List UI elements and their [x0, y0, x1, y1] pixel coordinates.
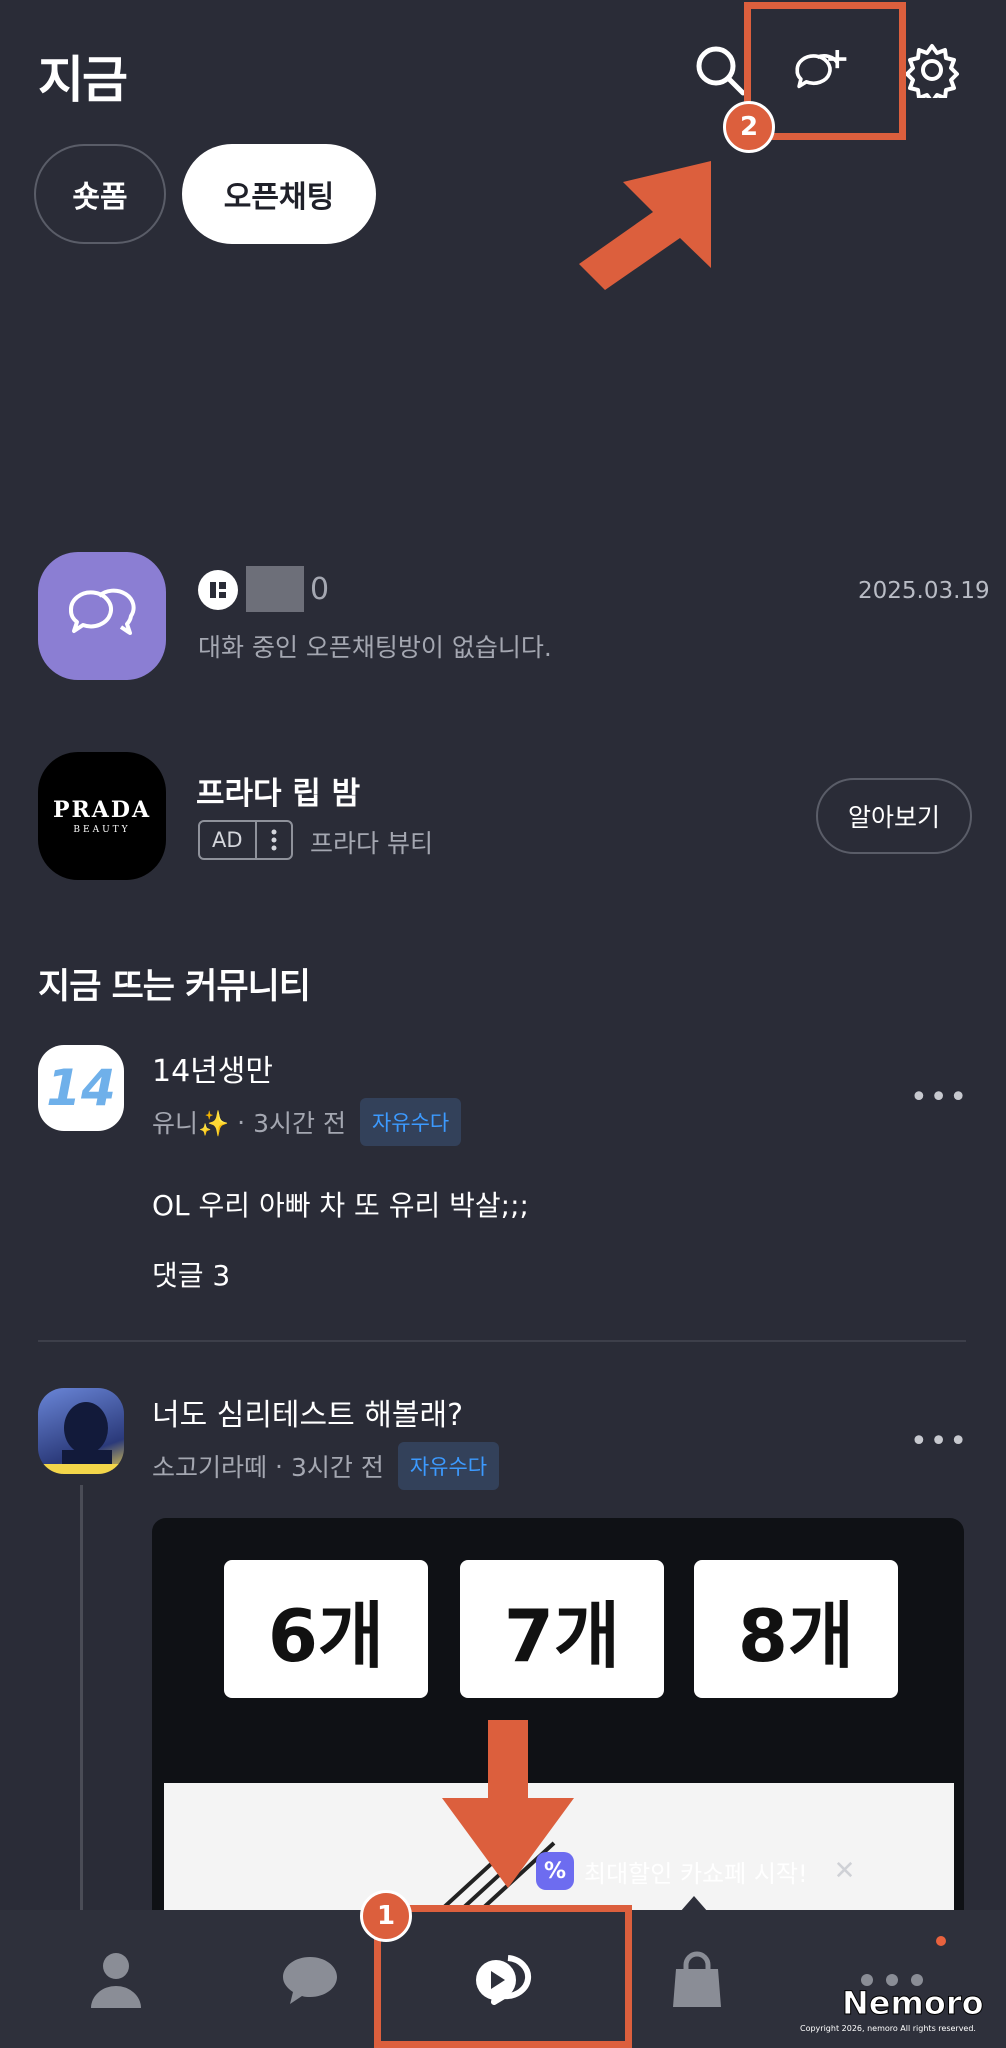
ad-brand: 프라다 뷰티	[310, 829, 433, 858]
post-meta: 소고기라떼 · 3시간 전 자유수다	[152, 1442, 500, 1490]
post-author[interactable]: 유니✨	[152, 1104, 229, 1140]
watermark: Nemoro	[842, 1984, 985, 2023]
quiz-option: 7개	[460, 1560, 664, 1698]
thread-line	[80, 1485, 83, 1915]
promo-toast[interactable]: % 최대할인 카쇼페 시작! ✕	[536, 1848, 855, 1894]
openchat-date: 2025.03.19	[858, 578, 990, 604]
quiz-option: 8개	[694, 1560, 898, 1698]
close-icon[interactable]: ✕	[834, 1856, 856, 1886]
tab-shortform[interactable]: 숏폼	[34, 144, 166, 244]
quiz-option: 6개	[224, 1560, 428, 1698]
openchat-empty-message: 대화 중인 오픈채팅방이 없습니다.	[198, 633, 552, 662]
toast-pointer	[680, 1896, 708, 1912]
divider	[38, 1340, 966, 1342]
post-avatar[interactable]: 14	[38, 1045, 124, 1131]
settings-gear-icon[interactable]	[902, 40, 962, 100]
ad-badge[interactable]: AD	[198, 820, 293, 860]
prada-beauty-logo[interactable]: PRADA BEAUTY	[38, 752, 166, 880]
highlight-box-now-tab	[374, 1905, 632, 2048]
post-tag[interactable]: 자유수다	[359, 1098, 462, 1146]
profile-badge-icon	[198, 570, 238, 610]
chats-tab-icon[interactable]	[270, 1940, 350, 2020]
post-tag[interactable]: 자유수다	[397, 1442, 500, 1490]
post-title[interactable]: 14년생만	[152, 1046, 273, 1090]
ad-more-icon[interactable]	[257, 822, 291, 858]
ad-title[interactable]: 프라다 립 밤	[196, 768, 360, 813]
copyright-text: Copyright 2026, nemoro All rights reserv…	[800, 2024, 976, 2033]
notification-dot	[936, 1936, 946, 1946]
search-icon[interactable]	[690, 40, 750, 100]
shopping-tab-icon[interactable]	[657, 1940, 737, 2020]
step-badge-1: 1	[360, 1890, 412, 1942]
annotation-arrow-up-right	[579, 161, 711, 290]
redacted-name	[246, 566, 304, 612]
openchat-avatar[interactable]	[38, 552, 166, 680]
post-body[interactable]: OL 우리 아빠 차 또 유리 박살;;;	[152, 1184, 529, 1224]
more-options-icon[interactable]: •••	[910, 1424, 969, 1459]
post-time: 3시간 전	[290, 1453, 384, 1482]
page-title: 지금	[38, 51, 128, 109]
post-title[interactable]: 너도 심리테스트 해볼래?	[152, 1390, 463, 1434]
post-author[interactable]: 소고기라떼	[152, 1448, 267, 1484]
tab-openchat[interactable]: 오픈채팅	[182, 144, 376, 244]
step-badge-2: 2	[723, 101, 775, 153]
toast-text[interactable]: 최대할인 카쇼페 시작!	[584, 1854, 808, 1889]
openchat-count: 0	[310, 572, 330, 607]
section-title: 지금 뜨는 커뮤니티	[38, 967, 311, 1007]
more-options-icon[interactable]: •••	[910, 1080, 969, 1115]
post-avatar[interactable]	[38, 1388, 124, 1474]
learn-more-button[interactable]: 알아보기	[816, 778, 972, 854]
annotation-arrow-down	[442, 1720, 574, 1888]
friends-tab-icon[interactable]	[76, 1940, 156, 2020]
post-time: 3시간 전	[253, 1109, 346, 1138]
post-meta: 유니✨ · 3시간 전 자유수다	[152, 1098, 462, 1146]
comment-count[interactable]: 댓글 3	[152, 1254, 230, 1294]
